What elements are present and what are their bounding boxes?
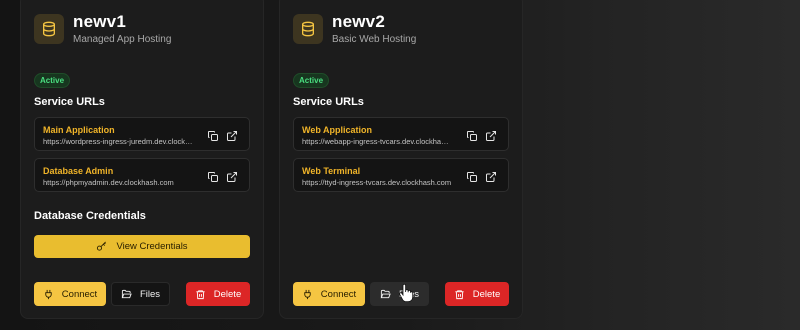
url-item-main-application: Main Application https://wordpress-ingre… bbox=[34, 117, 250, 151]
database-credentials-heading: Database Credentials bbox=[34, 210, 146, 222]
delete-button[interactable]: Delete bbox=[186, 282, 250, 306]
plug-icon bbox=[45, 289, 52, 299]
hand-pointer-icon bbox=[399, 283, 414, 307]
external-link-icon[interactable] bbox=[485, 170, 497, 182]
url-item-web-terminal: Web Terminal https://ttyd-ingress-tvcars… bbox=[293, 158, 509, 192]
plug-icon bbox=[304, 289, 311, 299]
external-link-icon[interactable] bbox=[226, 129, 238, 141]
key-icon bbox=[97, 241, 107, 251]
files-label: Files bbox=[139, 288, 161, 300]
external-link-icon[interactable] bbox=[485, 129, 497, 141]
copy-icon[interactable] bbox=[207, 129, 219, 141]
service-plan: Basic Web Hosting bbox=[332, 34, 417, 45]
trash-icon bbox=[196, 289, 205, 299]
status-badge: Active bbox=[34, 73, 71, 88]
url-label: Web Application bbox=[302, 125, 373, 135]
service-urls-heading: Service URLs bbox=[34, 96, 105, 108]
connect-label: Connect bbox=[320, 288, 357, 300]
connect-label: Connect bbox=[61, 288, 98, 300]
copy-icon[interactable] bbox=[466, 170, 478, 182]
folder-open-icon bbox=[121, 289, 132, 298]
connect-button[interactable]: Connect bbox=[34, 282, 106, 306]
url-value: https://wordpress-ingress-juredm.dev.clo… bbox=[43, 137, 193, 146]
service-name: newv2 bbox=[332, 12, 385, 31]
delete-label: Delete bbox=[213, 288, 242, 300]
service-card-newv2: newv2 Basic Web Hosting Active Service U… bbox=[279, 0, 523, 319]
service-card-newv1: newv1 Managed App Hosting Active Service… bbox=[20, 0, 264, 319]
copy-icon[interactable] bbox=[207, 170, 219, 182]
delete-button[interactable]: Delete bbox=[445, 282, 509, 306]
url-item-web-application: Web Application https://webapp-ingress-t… bbox=[293, 117, 509, 151]
folder-open-icon bbox=[380, 289, 391, 298]
database-icon bbox=[34, 13, 64, 44]
url-label: Database Admin bbox=[43, 166, 114, 176]
delete-label: Delete bbox=[472, 288, 501, 300]
trash-icon bbox=[455, 289, 464, 299]
url-item-database-admin: Database Admin https://phpmyadmin.dev.cl… bbox=[34, 158, 250, 192]
files-button[interactable]: Files bbox=[111, 282, 170, 306]
url-label: Main Application bbox=[43, 125, 115, 135]
connect-button[interactable]: Connect bbox=[293, 282, 365, 306]
view-credentials-label: View Credentials bbox=[116, 241, 188, 252]
url-value: https://webapp-ingress-tvcars.dev.clockh… bbox=[302, 137, 452, 146]
card-header: newv1 Managed App Hosting bbox=[34, 12, 171, 45]
view-credentials-button[interactable]: View Credentials bbox=[34, 235, 250, 258]
url-value: https://phpmyadmin.dev.clockhash.com bbox=[43, 178, 174, 187]
copy-icon[interactable] bbox=[466, 129, 478, 141]
service-name: newv1 bbox=[73, 12, 126, 31]
url-label: Web Terminal bbox=[302, 166, 361, 176]
external-link-icon[interactable] bbox=[226, 170, 238, 182]
status-badge: Active bbox=[293, 73, 330, 88]
service-urls-heading: Service URLs bbox=[293, 96, 364, 108]
url-value: https://ttyd-ingress-tvcars.dev.clockhas… bbox=[302, 178, 452, 187]
service-plan: Managed App Hosting bbox=[73, 34, 172, 45]
database-icon bbox=[293, 13, 323, 44]
card-header: newv2 Basic Web Hosting bbox=[293, 12, 416, 45]
